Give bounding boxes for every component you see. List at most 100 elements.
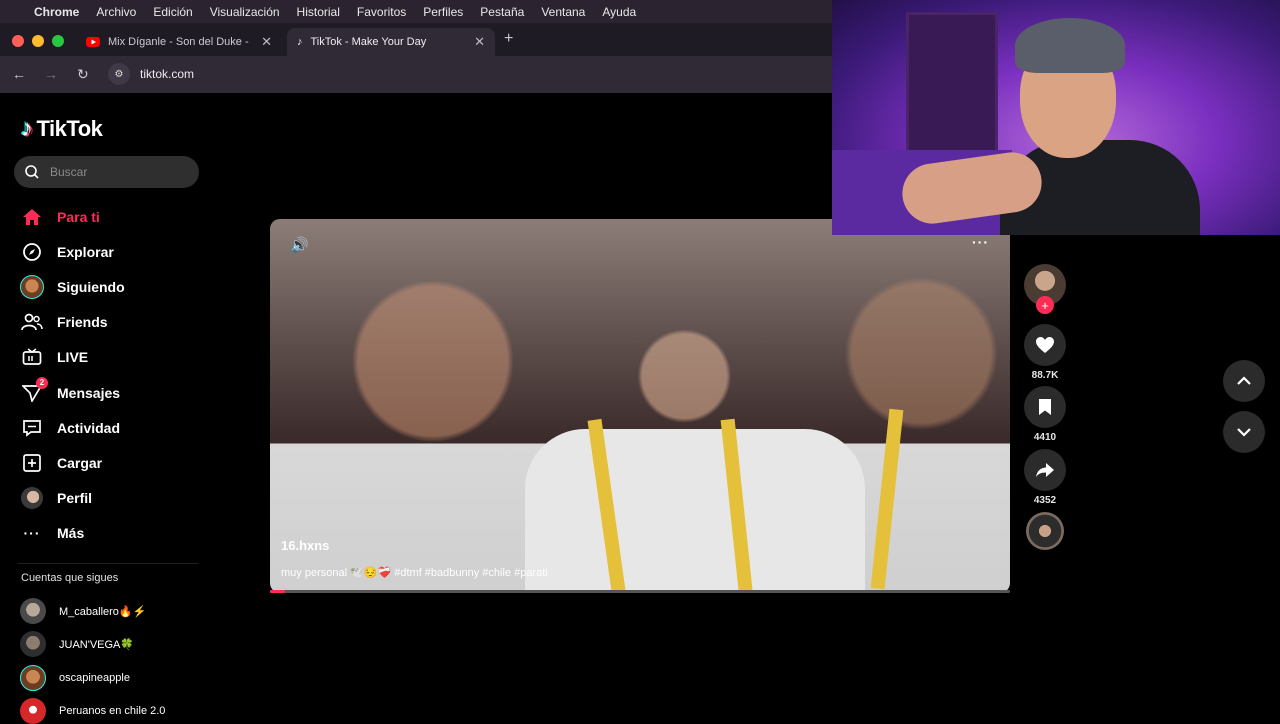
sidebar-item-para-ti[interactable]: Para ti xyxy=(18,199,125,234)
music-disc-button[interactable] xyxy=(1022,512,1068,550)
forward-arrow-icon[interactable]: → xyxy=(44,66,58,82)
site-settings-icon[interactable]: ⚙ xyxy=(108,63,130,85)
next-video-button[interactable] xyxy=(1223,411,1265,453)
account-name: JUAN'VEGA🍀 xyxy=(59,638,135,651)
menu-edicion[interactable]: Edición xyxy=(153,5,192,19)
menu-visualizacion[interactable]: Visualización xyxy=(210,5,280,19)
video-player[interactable] xyxy=(270,219,1010,593)
avatar xyxy=(20,665,46,691)
menu-app-name[interactable]: Chrome xyxy=(34,5,79,19)
tab-label: TikTok - Make Your Day xyxy=(310,36,427,48)
sidebar-item-label: Cargar xyxy=(57,454,103,471)
close-window-button[interactable] xyxy=(12,35,24,47)
youtube-icon xyxy=(86,37,100,47)
activity-icon xyxy=(18,417,46,439)
menu-perfiles[interactable]: Perfiles xyxy=(423,5,463,19)
close-tab-icon[interactable]: ✕ xyxy=(261,34,272,50)
close-tab-icon[interactable]: ✕ xyxy=(474,34,485,50)
sidebar-item-label: LIVE xyxy=(57,349,89,366)
sidebar-item-siguiendo[interactable]: Siguiendo xyxy=(18,269,125,304)
sidebar-item-label: Friends xyxy=(57,314,108,331)
search-icon xyxy=(25,165,39,179)
sidebar-item-friends[interactable]: Friends xyxy=(18,305,125,340)
sidebar-item-actividad[interactable]: Actividad xyxy=(18,410,125,445)
url-text: tiktok.com xyxy=(140,67,195,81)
share-count: 4352 xyxy=(1033,495,1057,506)
sidebar-item-mensajes[interactable]: 2 Mensajes xyxy=(18,375,125,410)
divider xyxy=(18,563,198,564)
friends-icon xyxy=(18,311,46,333)
avatar-icon xyxy=(18,274,46,299)
address-bar[interactable]: ⚙ tiktok.com xyxy=(108,62,828,86)
live-tv-icon xyxy=(18,346,46,368)
video-author[interactable]: 16.hxns xyxy=(281,538,329,553)
share-button[interactable]: 4352 xyxy=(1022,449,1068,506)
sidebar-item-label: Mensajes xyxy=(57,384,121,401)
back-arrow-icon[interactable]: ← xyxy=(12,66,26,82)
tab-youtube[interactable]: Mix Díganle - Son del Duke - ✕ xyxy=(76,28,282,56)
chevron-up-icon xyxy=(1237,376,1251,385)
tiktok-note-icon: ♪ xyxy=(21,115,33,142)
heart-icon xyxy=(1024,324,1066,366)
following-account[interactable]: M_caballero🔥⚡ xyxy=(20,598,146,624)
video-progress-fill xyxy=(270,590,285,593)
music-disc-icon xyxy=(1026,512,1064,550)
sidebar-nav: Para ti Explorar Siguiendo Friends LIVE … xyxy=(18,199,125,551)
following-account[interactable]: oscapineapple xyxy=(20,665,130,691)
sidebar-item-live[interactable]: LIVE xyxy=(18,340,125,375)
menu-historial[interactable]: Historial xyxy=(297,5,340,19)
sidebar-item-label: Actividad xyxy=(57,419,121,436)
avatar xyxy=(20,631,46,657)
reload-icon[interactable]: ↻ xyxy=(77,66,89,83)
sidebar-item-perfil[interactable]: Perfil xyxy=(18,481,125,516)
follow-plus-icon[interactable]: + xyxy=(1036,296,1054,314)
menu-ventana[interactable]: Ventana xyxy=(541,5,585,19)
logo-text: TikTok xyxy=(36,116,103,141)
upload-icon xyxy=(18,452,46,474)
tab-tiktok[interactable]: ♪ TikTok - Make Your Day ✕ xyxy=(287,28,495,56)
creator-avatar-button[interactable]: + xyxy=(1022,264,1068,314)
volume-icon[interactable]: 🔊 xyxy=(290,236,309,254)
following-account[interactable]: JUAN'VEGA🍀 xyxy=(20,631,134,657)
following-title: Cuentas que sigues xyxy=(21,572,119,584)
like-button[interactable]: 88.7K xyxy=(1022,324,1068,381)
sidebar-item-label: Explorar xyxy=(57,243,114,260)
webcam-overlay xyxy=(832,0,1280,235)
minimize-window-button[interactable] xyxy=(32,35,44,47)
menu-ayuda[interactable]: Ayuda xyxy=(602,5,636,19)
bookmark-icon xyxy=(1024,386,1066,428)
window-controls xyxy=(12,35,64,47)
account-name: Peruanos en chile 2.0 xyxy=(59,705,166,717)
sidebar-item-explorar[interactable]: Explorar xyxy=(18,234,125,269)
sidebar-item-label: Para ti xyxy=(57,208,100,225)
like-count: 88.7K xyxy=(1031,370,1059,381)
sidebar-item-label: Siguiendo xyxy=(57,278,125,295)
sidebar-item-cargar[interactable]: Cargar xyxy=(18,445,125,480)
video-subject xyxy=(525,429,865,593)
tiktok-icon: ♪ xyxy=(297,36,303,48)
maximize-window-button[interactable] xyxy=(52,35,64,47)
new-tab-button[interactable]: + xyxy=(504,30,513,48)
menu-archivo[interactable]: Archivo xyxy=(96,5,136,19)
sidebar: ♪ TikTok Para ti Explorar Siguiendo Frie… xyxy=(0,93,215,724)
avatar xyxy=(20,698,46,724)
search-box[interactable] xyxy=(14,156,199,188)
share-arrow-icon xyxy=(1024,449,1066,491)
sidebar-item-label: Más xyxy=(57,525,85,542)
sidebar-item-mas[interactable]: ··· Más xyxy=(18,516,125,551)
webcam-background-door xyxy=(906,12,998,162)
menu-pestana[interactable]: Pestaña xyxy=(480,5,524,19)
save-button[interactable]: 4410 xyxy=(1022,386,1068,443)
previous-video-button[interactable] xyxy=(1223,360,1265,402)
profile-icon xyxy=(18,487,46,510)
video-progress-bar[interactable] xyxy=(270,590,1010,593)
tiktok-logo[interactable]: ♪ TikTok xyxy=(21,115,103,143)
avatar xyxy=(20,598,46,624)
account-name: oscapineapple xyxy=(59,672,130,684)
search-input[interactable] xyxy=(50,165,180,179)
following-account[interactable]: Peruanos en chile 2.0 xyxy=(20,698,165,724)
video-caption: muy personal 🕊️😔❤️‍🩹 #dtmf #badbunny #ch… xyxy=(281,567,548,579)
more-options-icon[interactable]: ··· xyxy=(972,234,989,250)
menu-favoritos[interactable]: Favoritos xyxy=(357,5,406,19)
compass-icon xyxy=(18,241,46,263)
